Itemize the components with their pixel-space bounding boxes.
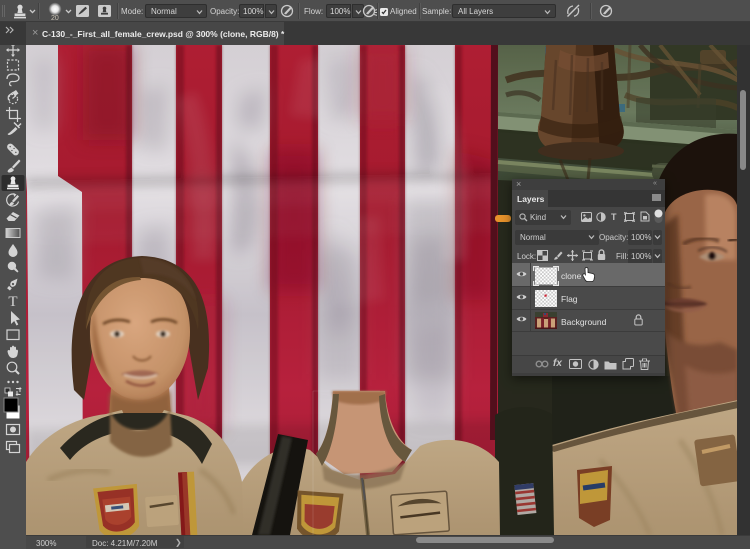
svg-text:T: T	[8, 294, 17, 310]
